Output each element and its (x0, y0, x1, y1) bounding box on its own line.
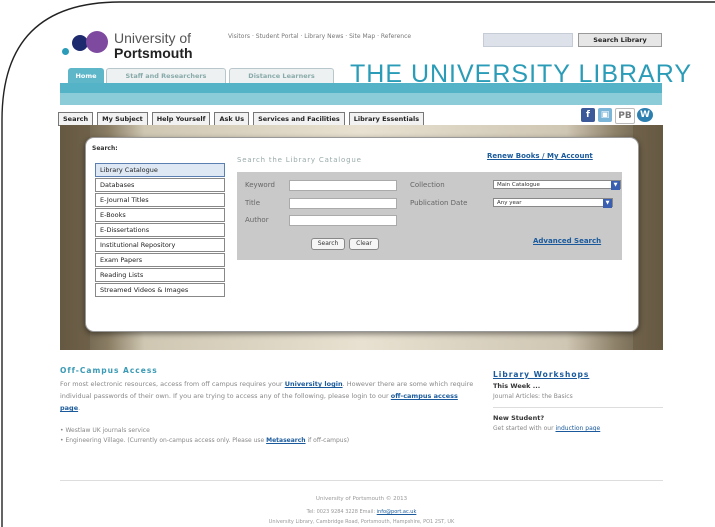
keyword-label: Keyword (245, 181, 275, 189)
nav-my-subject[interactable]: My Subject (97, 112, 148, 126)
search-library-button[interactable]: Search Library (578, 33, 662, 47)
logo-mark-icon (86, 31, 108, 53)
this-week-heading: This Week ... (493, 382, 541, 390)
bullet-engineering-village-end: if off-campus) (307, 437, 350, 444)
logo-mark-icon (62, 48, 69, 55)
title-label: Title (245, 199, 261, 207)
logo-text-line2: Portsmouth (114, 45, 193, 61)
clear-button[interactable]: Clear (349, 238, 379, 250)
header-bar-secondary (60, 93, 662, 105)
catalogue-search-title: Search the Library Catalogue (237, 156, 362, 164)
nav-library-essentials[interactable]: Library Essentials (348, 112, 425, 126)
off-campus-title: Off-Campus Access (60, 366, 158, 375)
header-bar (60, 83, 662, 93)
date-select-value: Any year (497, 200, 522, 206)
chevron-down-icon: ▼ (611, 181, 620, 190)
side-item-reading-lists[interactable]: Reading Lists (95, 268, 225, 282)
workshop-item: Journal Articles: the Basics (493, 393, 573, 400)
footer-email-link[interactable]: info@port.ac.uk (377, 509, 417, 515)
side-item-streamed-videos[interactable]: Streamed Videos & Images (95, 283, 225, 297)
nav-ask-us[interactable]: Ask Us (214, 112, 250, 126)
bullet-westlaw: Westlaw UK journals service (65, 427, 150, 434)
collection-label: Collection (410, 181, 445, 189)
top-links[interactable]: Visitors · Student Portal · Library News… (228, 33, 411, 40)
new-student-heading: New Student? (493, 414, 545, 422)
title-input[interactable] (289, 198, 397, 209)
nav-services-facilities[interactable]: Services and Facilities (253, 112, 345, 126)
publication-date-select[interactable]: Any year ▼ (493, 198, 613, 208)
tab-home[interactable]: Home (68, 68, 104, 83)
tab-staff-researchers[interactable]: Staff and Researchers (106, 68, 226, 83)
facebook-icon[interactable]: f (581, 108, 595, 122)
university-logo[interactable]: University of Portsmouth (60, 28, 210, 68)
side-item-ejournal-titles[interactable]: E-Journal Titles (95, 193, 225, 207)
new-student-text: Get started with our induction page (493, 424, 663, 433)
bullet-engineering-village: Engineering Village. (Currently on-campu… (65, 437, 265, 444)
side-item-exam-papers[interactable]: Exam Papers (95, 253, 225, 267)
collection-select[interactable]: Main Catalogue ▼ (493, 180, 621, 190)
chevron-down-icon: ▼ (603, 199, 612, 208)
footer-divider (60, 480, 663, 481)
side-item-library-catalogue[interactable]: Library Catalogue (95, 163, 225, 177)
library-workshops-link[interactable]: Library Workshops (493, 370, 663, 379)
tab-distance-learners[interactable]: Distance Learners (229, 68, 334, 83)
catalogue-search-button[interactable]: Search (311, 238, 345, 250)
author-label: Author (245, 216, 269, 224)
side-item-databases[interactable]: Databases (95, 178, 225, 192)
footer-contact-text: Tel: 0023 9284 3228 Email: (306, 509, 376, 515)
wordpress-icon[interactable]: W (637, 108, 653, 122)
search-type-list: Library Catalogue Databases E-Journal Ti… (95, 163, 225, 298)
off-campus-text: For most electronic resources, access fr… (60, 380, 474, 412)
author-input[interactable] (289, 215, 397, 226)
footer-contact: Tel: 0023 9284 3228 Email: info@port.ac.… (60, 509, 663, 515)
footer-copyright: University of Portsmouth © 2013 (315, 496, 408, 502)
panel-label: Search: (92, 145, 118, 152)
university-login-link[interactable]: University login (285, 380, 343, 388)
renew-books-link[interactable]: Renew Books / My Account (487, 152, 593, 160)
induction-page-link[interactable]: induction page (555, 425, 600, 432)
side-item-ebooks[interactable]: E-Books (95, 208, 225, 222)
side-item-edissertations[interactable]: E-Dissertations (95, 223, 225, 237)
nav-help-yourself[interactable]: Help Yourself (151, 112, 211, 126)
nav-search[interactable]: Search (58, 112, 94, 126)
side-item-institutional-repository[interactable]: Institutional Repository (95, 238, 225, 252)
publication-date-label: Publication Date (410, 199, 468, 207)
collection-select-value: Main Catalogue (497, 182, 540, 188)
footer-address: University Library, Cambridge Road, Port… (268, 519, 455, 525)
advanced-search-link[interactable]: Advanced Search (533, 237, 601, 245)
off-campus-bullets: • Westlaw UK journals service • Engineer… (60, 427, 350, 444)
blog-icon[interactable]: ▣ (598, 108, 612, 122)
keyword-input[interactable] (289, 180, 397, 191)
new-student-text-span: Get started with our (493, 425, 554, 432)
main-nav: Search My Subject Help Yourself Ask Us S… (58, 112, 425, 126)
logo-text-line1: University of (114, 30, 192, 46)
search-input[interactable] (483, 33, 573, 47)
workshops-column: Library Workshops This Week ... Journal … (493, 370, 663, 433)
metasearch-link[interactable]: Metasearch (266, 437, 305, 444)
pb-icon[interactable]: PB (615, 108, 635, 124)
divider (493, 407, 663, 408)
off-campus-text-1: For most electronic resources, access fr… (60, 380, 283, 388)
